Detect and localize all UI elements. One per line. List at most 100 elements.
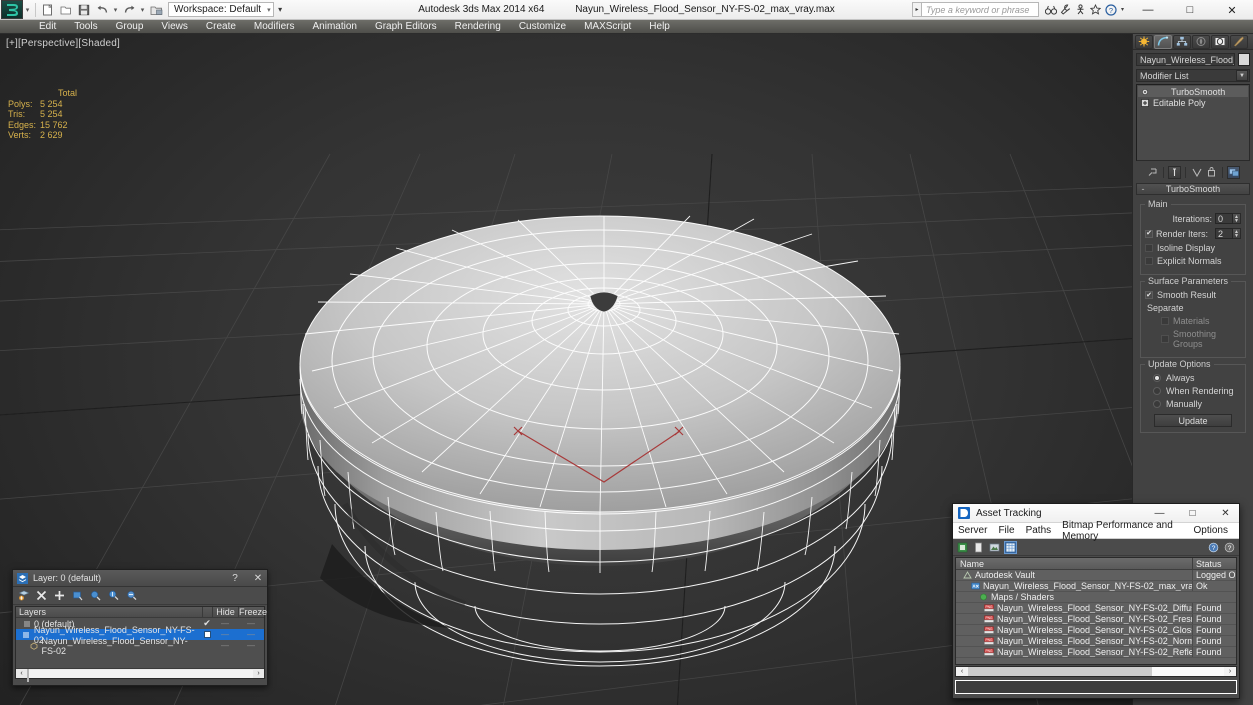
make-unique-icon[interactable] bbox=[1190, 166, 1203, 179]
asset-maximize-button[interactable]: □ bbox=[1179, 504, 1206, 523]
spinner-arrows-icon[interactable]: ▲ ▼ bbox=[1233, 228, 1241, 239]
smooth-result-row[interactable]: Smooth Result bbox=[1145, 290, 1241, 300]
layer-active-check[interactable]: ✔ bbox=[202, 618, 212, 629]
help-icon[interactable]: ? bbox=[1103, 2, 1118, 17]
modifier-stack-item-editable-poly[interactable]: Editable Poly bbox=[1138, 97, 1248, 108]
menu-item-create[interactable]: Create bbox=[197, 20, 245, 34]
materials-checkbox[interactable] bbox=[1161, 317, 1169, 325]
asset-row-glossiness[interactable]: PNG Nayun_Wireless_Flood_Sensor_NY-FS-02… bbox=[956, 625, 1236, 636]
layer-dialog[interactable]: Layer: 0 (default) ? ✕ Layers Hide Freez… bbox=[12, 569, 268, 686]
scrollbar-track[interactable] bbox=[968, 667, 1224, 676]
search-caret-icon[interactable]: ▸ bbox=[912, 2, 921, 17]
set-project-folder-icon[interactable] bbox=[148, 2, 164, 18]
scroll-left-arrow-icon[interactable]: ‹ bbox=[16, 670, 27, 677]
menu-item-customize[interactable]: Customize bbox=[510, 20, 575, 34]
undo-dropdown-icon[interactable]: ▾ bbox=[111, 6, 120, 14]
motion-tab[interactable] bbox=[1192, 34, 1210, 49]
expand-plus-icon[interactable] bbox=[1140, 98, 1149, 107]
asset-row-vault[interactable]: Autodesk Vault Logged O bbox=[956, 570, 1236, 581]
layer-freeze-cell[interactable]: — bbox=[238, 641, 264, 650]
workspace-selector[interactable]: Workspace: Default ▾ bbox=[168, 2, 274, 17]
chevron-down-icon[interactable]: ▼ bbox=[1236, 70, 1248, 81]
create-new-layer-icon[interactable] bbox=[17, 589, 30, 602]
rollout-header[interactable]: - TurboSmooth bbox=[1136, 183, 1250, 195]
scrollbar-thumb[interactable] bbox=[27, 668, 29, 682]
add-selection-to-layer-icon[interactable] bbox=[53, 589, 66, 602]
render-iters-input[interactable]: 2 bbox=[1215, 228, 1233, 239]
modifier-list-dropdown[interactable]: Modifier List ▼ bbox=[1136, 69, 1250, 82]
asset-row-maps-shaders[interactable]: Maps / Shaders bbox=[956, 592, 1236, 603]
utilities-tab[interactable] bbox=[1230, 34, 1248, 49]
open-file-icon[interactable] bbox=[58, 2, 74, 18]
menu-item-help[interactable]: Help bbox=[640, 20, 679, 34]
menu-item-graph-editors[interactable]: Graph Editors bbox=[366, 20, 446, 34]
create-tab[interactable] bbox=[1135, 34, 1153, 49]
show-end-result-icon[interactable] bbox=[1168, 165, 1181, 179]
layer-list[interactable]: Layers Hide Freeze 0 (default) ✔ — — Nay… bbox=[15, 606, 267, 682]
scrollbar-track[interactable] bbox=[27, 668, 253, 682]
wrench-icon[interactable] bbox=[1058, 2, 1073, 17]
menu-item-rendering[interactable]: Rendering bbox=[446, 20, 510, 34]
iterations-spinner[interactable]: 0 ▲ ▼ bbox=[1215, 213, 1241, 224]
menu-item-tools[interactable]: Tools bbox=[65, 20, 106, 34]
materials-row[interactable]: Materials bbox=[1145, 316, 1241, 326]
menu-item-views[interactable]: Views bbox=[152, 20, 197, 34]
help-alt-icon[interactable]: ? bbox=[1223, 541, 1236, 554]
object-color-swatch[interactable] bbox=[1238, 53, 1250, 66]
layer-horizontal-scrollbar[interactable]: ‹ › bbox=[16, 668, 264, 682]
asset-row-max-file[interactable]: Nayun_Wireless_Flood_Sensor_NY-FS-02_max… bbox=[956, 581, 1236, 592]
grid-view-icon[interactable] bbox=[1004, 540, 1017, 554]
menu-item-maxscript[interactable]: MAXScript bbox=[575, 20, 640, 34]
app-menu-caret-icon[interactable]: ▾ bbox=[23, 6, 32, 14]
close-button[interactable]: ✕ bbox=[1211, 0, 1253, 20]
configure-modifier-sets-icon[interactable] bbox=[1227, 165, 1240, 179]
modifier-stack[interactable]: TurboSmooth Editable Poly bbox=[1136, 84, 1250, 161]
asset-row-reflect[interactable]: PNG Nayun_Wireless_Flood_Sensor_NY-FS-02… bbox=[956, 647, 1236, 658]
smoothing-groups-checkbox[interactable] bbox=[1161, 335, 1169, 343]
spinner-arrows-icon[interactable]: ▲ ▼ bbox=[1233, 213, 1241, 224]
asset-row-diffuse[interactable]: PNG Nayun_Wireless_Flood_Sensor_NY-FS-02… bbox=[956, 603, 1236, 614]
iterations-input[interactable]: 0 bbox=[1215, 213, 1233, 224]
hierarchy-tab[interactable] bbox=[1173, 34, 1191, 49]
update-button[interactable]: Update bbox=[1154, 414, 1232, 427]
render-iters-spinner[interactable]: 2 ▲ ▼ bbox=[1215, 228, 1241, 239]
redo-icon[interactable] bbox=[121, 2, 137, 18]
explicit-normals-row[interactable]: Explicit Normals bbox=[1145, 256, 1241, 266]
close-icon[interactable]: ✕ bbox=[249, 573, 267, 584]
binoculars-icon[interactable] bbox=[1043, 2, 1058, 17]
asset-menu-paths[interactable]: Paths bbox=[1026, 525, 1052, 536]
explicit-normals-checkbox[interactable] bbox=[1145, 257, 1153, 265]
isoline-display-checkbox[interactable] bbox=[1145, 244, 1153, 252]
update-manually-row[interactable]: Manually bbox=[1145, 399, 1241, 409]
menu-item-edit[interactable]: Edit bbox=[30, 20, 65, 34]
help-dropdown-icon[interactable]: ▾ bbox=[1118, 2, 1127, 17]
new-file-icon[interactable] bbox=[40, 2, 56, 18]
menu-item-modifiers[interactable]: Modifiers bbox=[245, 20, 304, 34]
render-iters-checkbox[interactable] bbox=[1145, 229, 1153, 238]
delete-layer-icon[interactable] bbox=[35, 589, 48, 602]
select-objects-in-layer-icon[interactable] bbox=[71, 589, 84, 602]
layer-hide-cell[interactable]: — bbox=[212, 630, 238, 639]
help-icon[interactable]: ? bbox=[1207, 541, 1220, 554]
scroll-right-arrow-icon[interactable]: › bbox=[253, 670, 264, 677]
select-highlighted-objects-icon[interactable] bbox=[89, 589, 102, 602]
open-in-explorer-icon[interactable] bbox=[956, 541, 969, 554]
object-name-field[interactable]: Nayun_Wireless_Flood_Sensi bbox=[1136, 53, 1235, 66]
thumbnail-view-icon[interactable] bbox=[988, 541, 1001, 554]
update-always-radio[interactable] bbox=[1153, 374, 1161, 382]
modifier-stack-item-turbosmooth[interactable]: TurboSmooth bbox=[1138, 86, 1248, 97]
search-input[interactable]: Type a keyword or phrase bbox=[921, 2, 1039, 17]
scroll-right-arrow-icon[interactable]: › bbox=[1224, 668, 1236, 675]
help-icon[interactable]: ? bbox=[226, 573, 244, 584]
layer-freeze-cell[interactable]: — bbox=[238, 619, 264, 628]
smooth-result-checkbox[interactable] bbox=[1145, 291, 1153, 299]
update-manually-radio[interactable] bbox=[1153, 400, 1161, 408]
update-always-row[interactable]: Always bbox=[1145, 373, 1241, 383]
viewport-label[interactable]: [+][Perspective][Shaded] bbox=[6, 38, 120, 49]
display-tab[interactable] bbox=[1211, 34, 1229, 49]
layer-hide-cell[interactable]: — bbox=[212, 619, 238, 628]
redo-dropdown-icon[interactable]: ▾ bbox=[138, 6, 147, 14]
layer-hide-cell[interactable]: — bbox=[212, 641, 238, 650]
asset-menu-bitmap-performance[interactable]: Bitmap Performance and Memory bbox=[1062, 520, 1182, 542]
minimize-button[interactable]: — bbox=[1127, 0, 1169, 20]
